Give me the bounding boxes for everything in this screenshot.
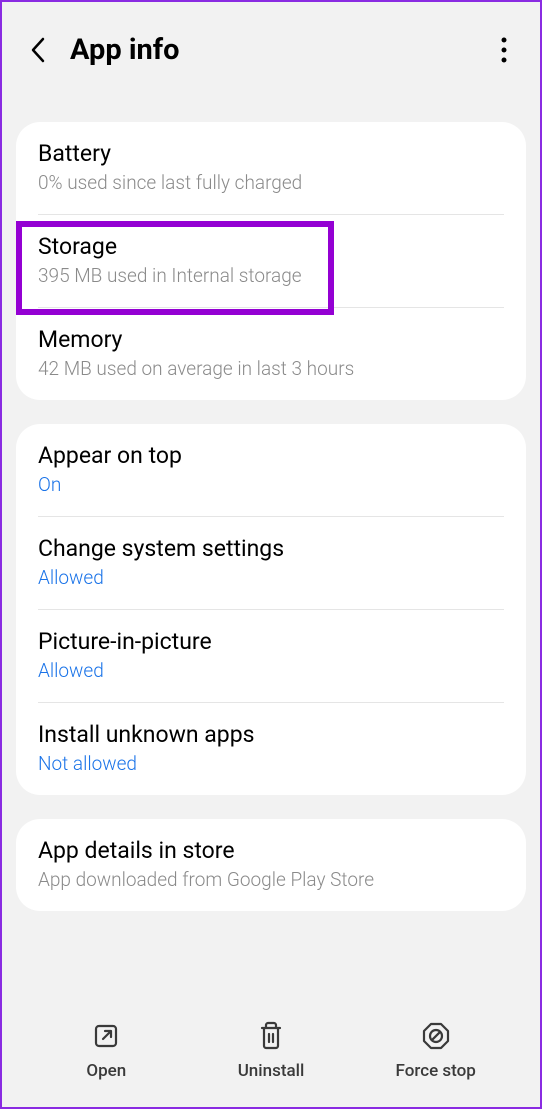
store-card: App details in store App downloaded from… bbox=[16, 819, 526, 911]
app-details-title: App details in store bbox=[38, 837, 504, 864]
uninstall-button[interactable]: Uninstall bbox=[189, 1019, 354, 1081]
storage-sub: 395 MB used in Internal storage bbox=[38, 264, 504, 287]
content: Battery 0% used since last fully charged… bbox=[2, 96, 540, 1045]
open-button[interactable]: Open bbox=[24, 1019, 189, 1081]
app-details-row[interactable]: App details in store App downloaded from… bbox=[16, 819, 526, 911]
force-stop-label: Force stop bbox=[396, 1061, 476, 1081]
pip-title: Picture-in-picture bbox=[38, 628, 504, 655]
header: App info bbox=[2, 2, 540, 96]
more-icon[interactable] bbox=[490, 36, 518, 64]
memory-row[interactable]: Memory 42 MB used on average in last 3 h… bbox=[16, 308, 526, 400]
appear-on-top-title: Appear on top bbox=[38, 442, 504, 469]
open-label: Open bbox=[86, 1061, 126, 1081]
appear-on-top-sub: On bbox=[38, 473, 504, 496]
battery-title: Battery bbox=[38, 140, 504, 167]
appear-on-top-row[interactable]: Appear on top On bbox=[16, 424, 526, 516]
back-icon[interactable] bbox=[24, 36, 52, 64]
usage-card: Battery 0% used since last fully charged… bbox=[16, 122, 526, 400]
battery-sub: 0% used since last fully charged bbox=[38, 171, 504, 194]
page-title: App info bbox=[70, 33, 490, 67]
trash-icon bbox=[254, 1019, 288, 1053]
open-icon bbox=[89, 1019, 123, 1053]
storage-title: Storage bbox=[38, 233, 504, 260]
force-stop-button[interactable]: Force stop bbox=[353, 1019, 518, 1081]
change-system-title: Change system settings bbox=[38, 535, 504, 562]
install-unknown-row[interactable]: Install unknown apps Not allowed bbox=[16, 703, 526, 795]
memory-title: Memory bbox=[38, 326, 504, 353]
change-system-sub: Allowed bbox=[38, 566, 504, 589]
battery-row[interactable]: Battery 0% used since last fully charged bbox=[16, 122, 526, 214]
install-unknown-sub: Not allowed bbox=[38, 752, 504, 775]
install-unknown-title: Install unknown apps bbox=[38, 721, 504, 748]
pip-sub: Allowed bbox=[38, 659, 504, 682]
change-system-row[interactable]: Change system settings Allowed bbox=[16, 517, 526, 609]
storage-row[interactable]: Storage 395 MB used in Internal storage bbox=[16, 215, 526, 307]
pip-row[interactable]: Picture-in-picture Allowed bbox=[16, 610, 526, 702]
app-details-sub: App downloaded from Google Play Store bbox=[38, 868, 504, 891]
permissions-card: Appear on top On Change system settings … bbox=[16, 424, 526, 795]
uninstall-label: Uninstall bbox=[238, 1061, 305, 1081]
stop-icon bbox=[419, 1019, 453, 1053]
memory-sub: 42 MB used on average in last 3 hours bbox=[38, 357, 504, 380]
bottom-nav: Open Uninstall Force stop bbox=[4, 1001, 538, 1107]
